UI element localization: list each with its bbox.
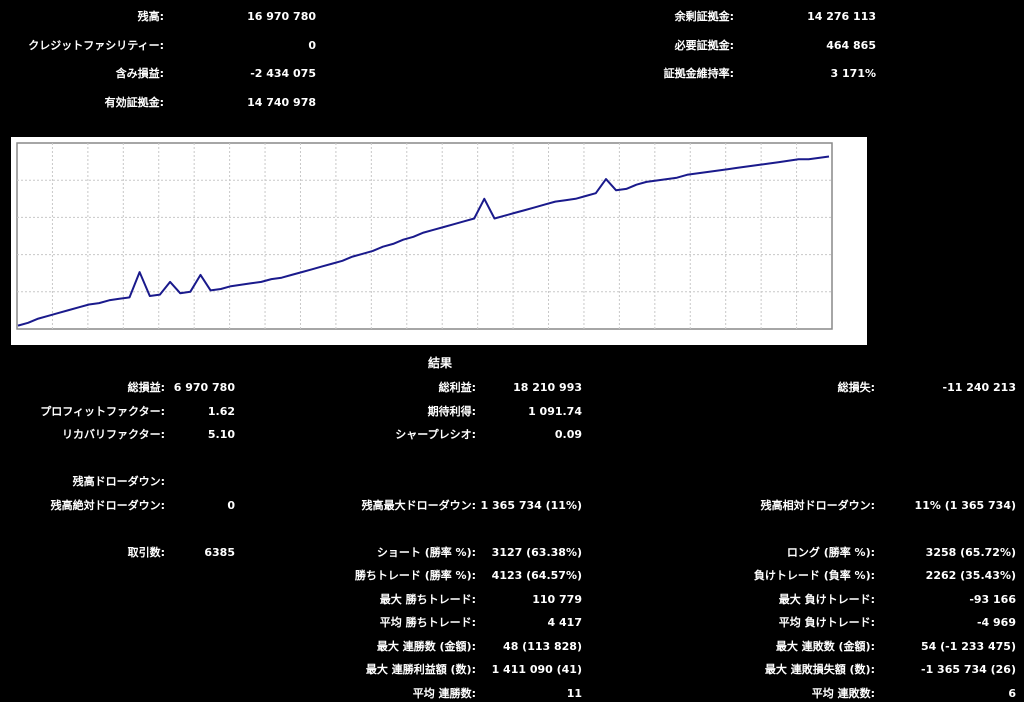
stat-label: リカバリファクター:: [62, 428, 165, 441]
stat-label: 期待利得:: [427, 404, 476, 418]
stat-value: 0: [227, 498, 235, 512]
stat-label: 残高ドローダウン:: [72, 475, 165, 488]
stat-label: 余剰証拠金:: [674, 10, 734, 23]
results-title: 結果: [427, 356, 452, 370]
stat-label: 有効証拠金:: [104, 95, 164, 109]
stat-label: 平均 負けトレード:: [778, 616, 875, 629]
stat-label: 残高相対ドローダウン:: [760, 498, 875, 512]
stat-label: 最大 連勝数 (金額):: [376, 639, 476, 653]
stat-value: 6385: [204, 545, 235, 559]
stat-value: 3258 (65.72%): [925, 545, 1016, 559]
stat-value: 11: [566, 686, 582, 700]
stat-label: 勝ちトレード (勝率 %):: [354, 569, 476, 582]
stat-label: 最大 連勝利益額 (数):: [365, 663, 476, 676]
stat-label: 証拠金維持率:: [663, 67, 734, 80]
stat-label: 最大 勝ちトレード:: [379, 592, 476, 606]
stat-value: 2262 (35.43%): [925, 569, 1016, 582]
stat-value: 5.10: [207, 428, 235, 441]
stat-value: 16 970 780: [247, 10, 316, 23]
stat-label: クレジットファシリティー:: [28, 38, 164, 52]
stat-value: 14 740 978: [247, 95, 316, 109]
stat-label: ショート (勝率 %):: [376, 545, 476, 559]
stat-value: -2 434 075: [250, 67, 316, 80]
stat-label: 平均 連勝数:: [412, 686, 476, 700]
stat-label: 総損失:: [837, 381, 875, 394]
stat-label: 残高:: [137, 10, 164, 23]
stat-label: 必要証拠金:: [674, 38, 734, 52]
stat-value: -1 365 734 (26): [921, 663, 1016, 676]
stat-label: 最大 負けトレード:: [778, 592, 875, 606]
stat-value: 11% (1 365 734): [914, 498, 1016, 512]
balance-chart-svg: [16, 142, 833, 330]
stat-value: 4123 (64.57%): [491, 569, 582, 582]
stat-value: 6 970 780: [173, 381, 235, 394]
stat-value: 110 779: [532, 592, 582, 606]
stat-label: 取引数:: [127, 545, 165, 559]
stat-label: 総損益:: [127, 381, 165, 394]
stat-value: 3127 (63.38%): [491, 545, 582, 559]
stat-value: 3 171%: [830, 67, 876, 80]
stat-value: 0.09: [554, 428, 582, 441]
stat-value: -93 166: [969, 592, 1016, 606]
stat-label: 含み損益:: [115, 67, 164, 80]
stat-value: 4 417: [547, 616, 582, 629]
stat-label: 残高最大ドローダウン:: [361, 498, 476, 512]
stat-label: 最大 連敗損失額 (数):: [764, 663, 875, 676]
stat-value: 48 (113 828): [503, 639, 582, 653]
stat-value: 1 411 090 (41): [491, 663, 582, 676]
stat-label: 負けトレード (負率 %):: [753, 569, 875, 582]
stat-label: ロング (勝率 %):: [786, 545, 875, 559]
stat-label: 平均 連敗数:: [811, 686, 875, 700]
stat-value: -11 240 213: [942, 381, 1016, 394]
stat-value: 18 210 993: [513, 381, 582, 394]
stat-label: プロフィットファクター:: [40, 404, 165, 418]
stat-value: -4 969: [976, 616, 1016, 629]
stat-label: 総利益:: [438, 381, 476, 394]
stat-value: 0: [308, 38, 316, 52]
stat-value: 54 (-1 233 475): [921, 639, 1016, 653]
stat-label: 平均 勝ちトレード:: [379, 616, 476, 629]
stat-label: シャープレシオ:: [395, 428, 476, 441]
stat-value: 14 276 113: [807, 10, 876, 23]
stat-value: 6: [1008, 686, 1016, 700]
balance-chart: [11, 137, 867, 345]
stat-value: 464 865: [826, 38, 876, 52]
stat-value: 1 365 734 (11%): [480, 498, 582, 512]
stat-value: 1 091.74: [528, 404, 582, 418]
stat-label: 最大 連敗数 (金額):: [775, 639, 875, 653]
stat-value: 1.62: [207, 404, 235, 418]
stat-label: 残高絶対ドローダウン:: [50, 498, 165, 512]
